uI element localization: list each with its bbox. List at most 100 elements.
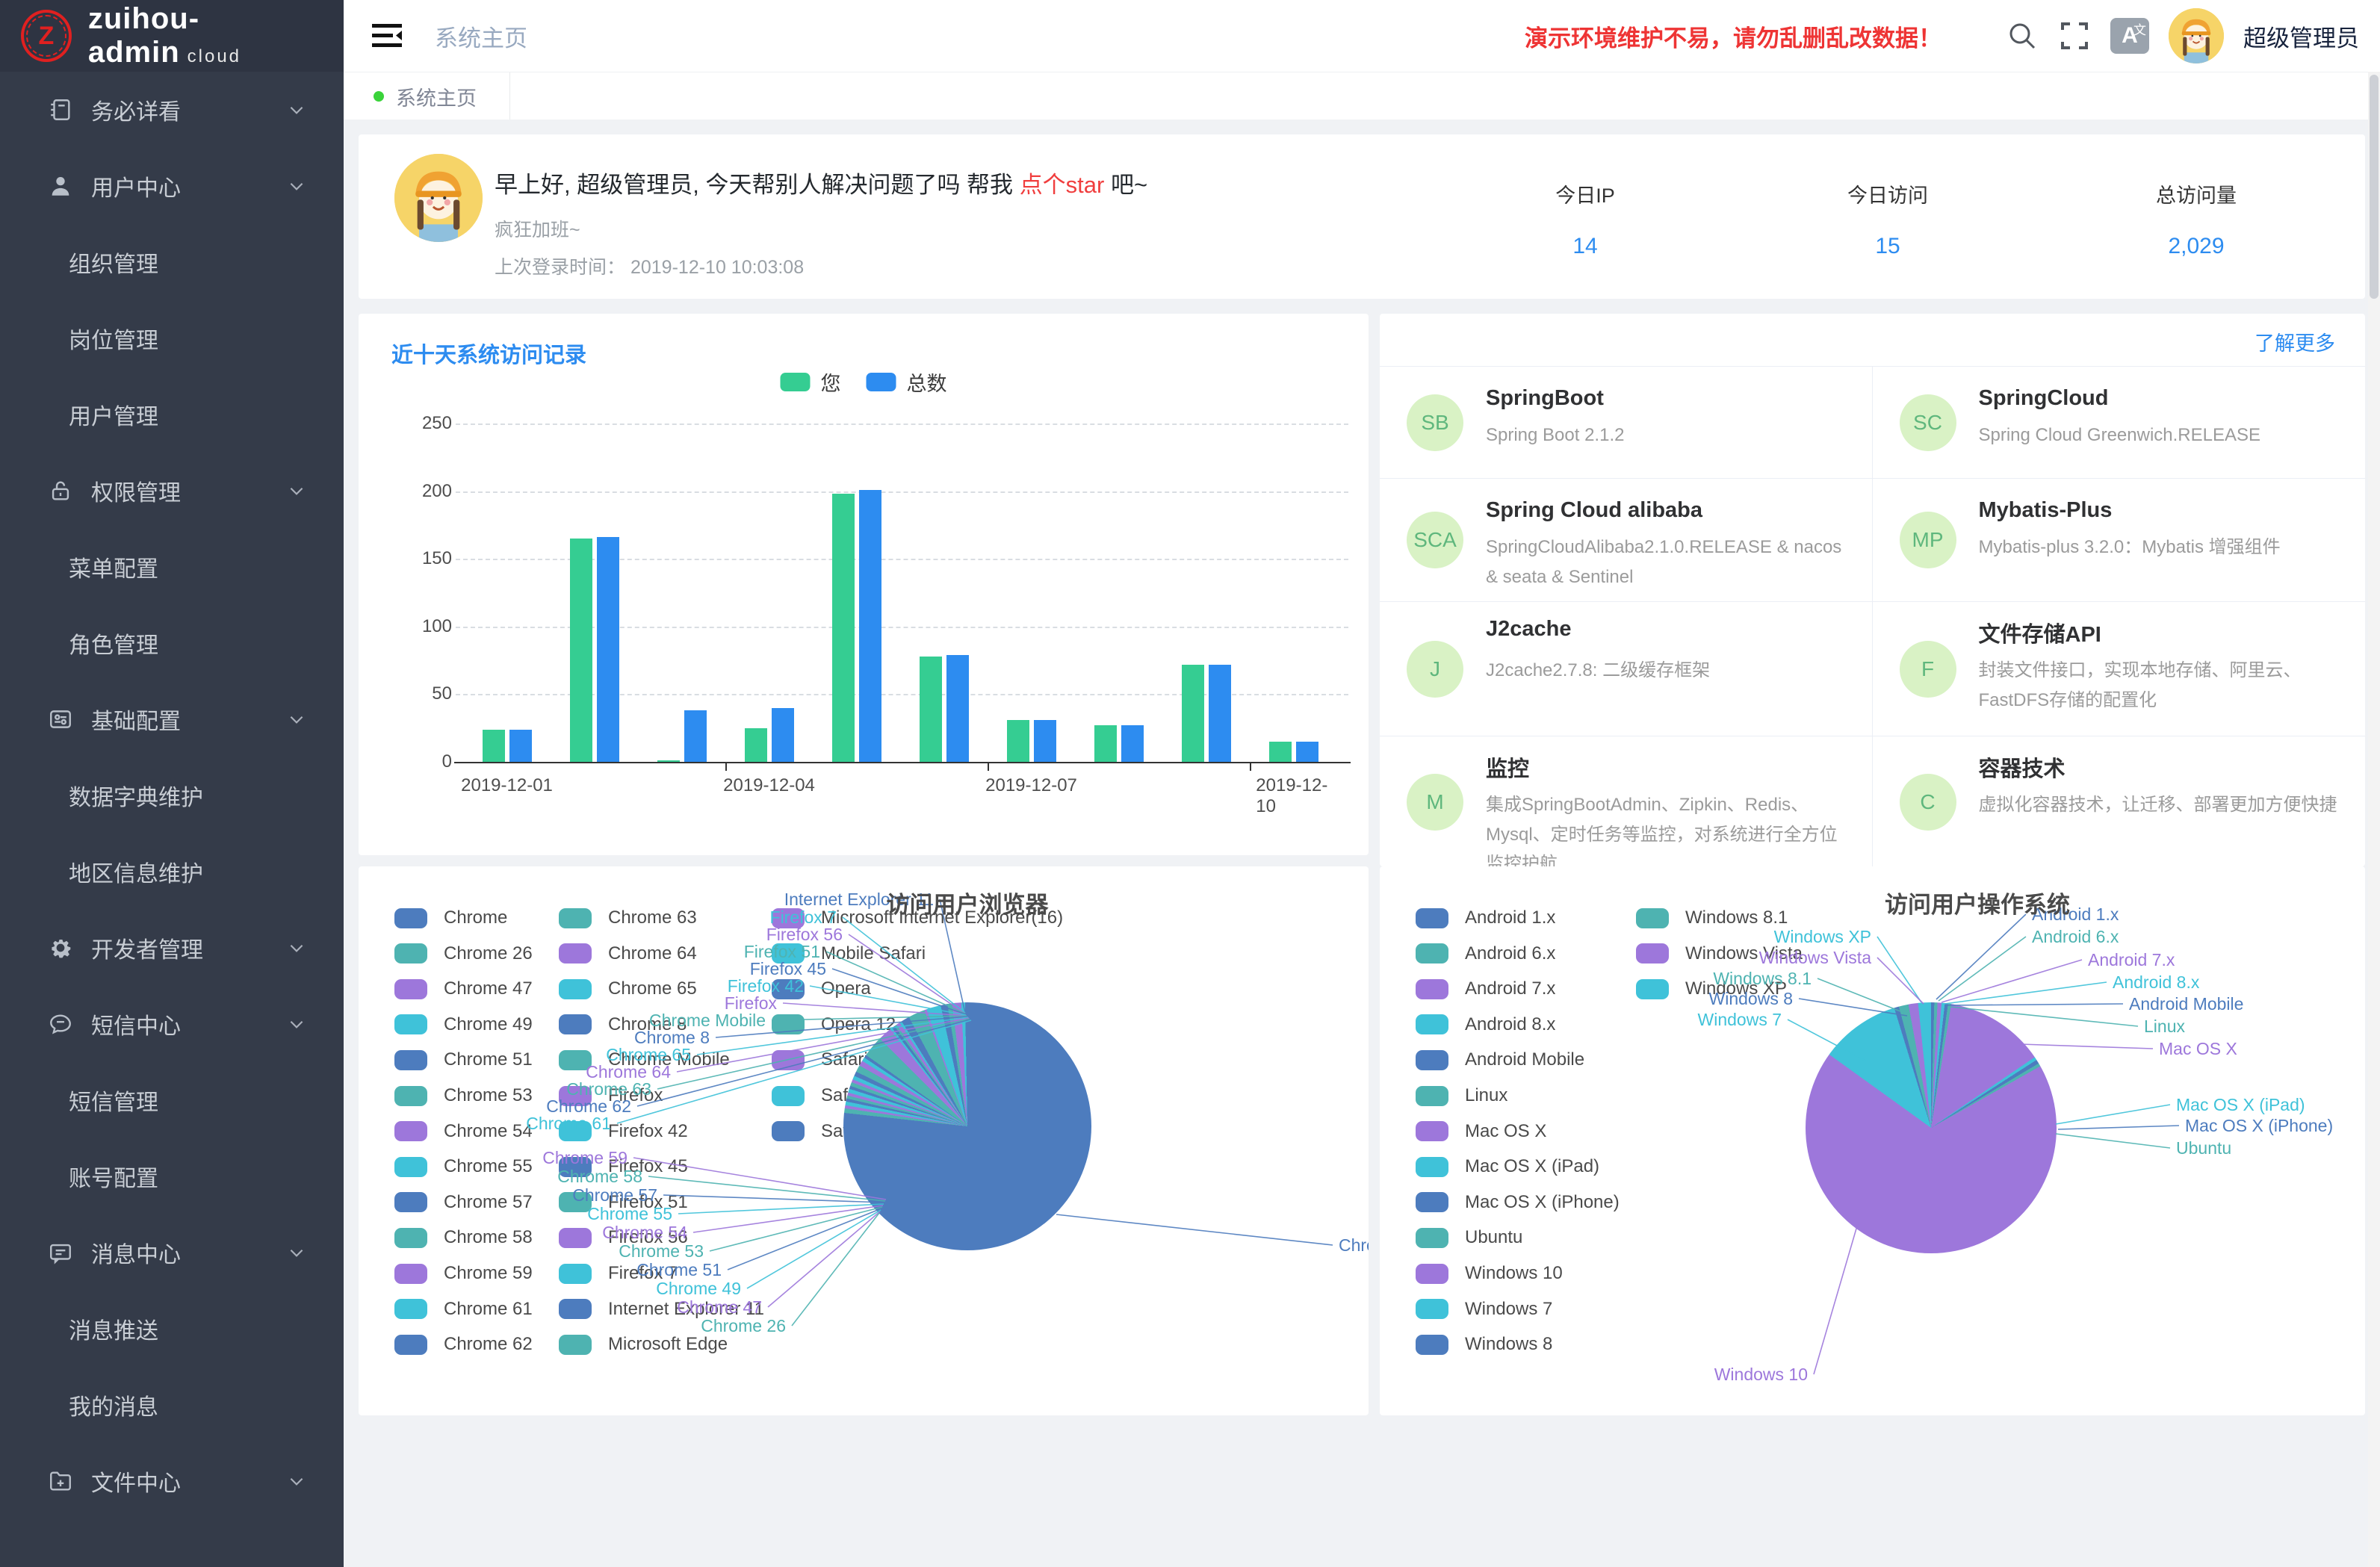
os-legend-Linux[interactable]: Linux (1416, 1085, 1507, 1106)
browser-legend-Chrome 8[interactable]: Chrome 8 (559, 1014, 687, 1035)
sidebar-item-17[interactable]: 我的消息 (0, 1367, 344, 1443)
bar-您-2019-12-04[interactable] (745, 728, 767, 762)
framework-card-SpringCloud[interactable]: SC SpringCloud Spring Cloud Greenwich.RE… (1873, 367, 2366, 479)
browser-legend-Internet Explorer 11[interactable]: Internet Explorer 11 (559, 1299, 764, 1320)
username[interactable]: 超级管理员 (2243, 19, 2359, 53)
browser-legend-Chrome 57[interactable]: Chrome 57 (394, 1192, 533, 1213)
browser-legend-Chrome 26[interactable]: Chrome 26 (394, 943, 533, 964)
logo[interactable]: Z zuihou-admincloud (0, 0, 344, 72)
browser-legend-Chrome 54[interactable]: Chrome 54 (394, 1121, 533, 1142)
browser-legend-Chrome 49[interactable]: Chrome 49 (394, 1014, 533, 1035)
browser-legend-Chrome 58[interactable]: Chrome 58 (394, 1227, 533, 1248)
language-icon[interactable]: A文 (2110, 18, 2149, 54)
bar-总数-2019-12-10[interactable] (1296, 742, 1318, 762)
framework-card-SpringBoot[interactable]: SB SpringBoot Spring Boot 2.1.2 (1380, 367, 1873, 479)
sidebar-item-0[interactable]: 务必详看 (0, 72, 344, 148)
bar-总数-2019-12-06[interactable] (946, 655, 969, 762)
browser-legend-Chrome 63[interactable]: Chrome 63 (559, 907, 697, 928)
os-legend-Windows 8.1[interactable]: Windows 8.1 (1636, 907, 1788, 928)
bar-您-2019-12-03[interactable] (657, 760, 680, 762)
bar-总数-2019-12-04[interactable] (772, 708, 794, 762)
sidebar-item-12[interactable]: 短信中心 (0, 986, 344, 1062)
sidebar-item-9[interactable]: 数据字典维护 (0, 757, 344, 834)
browser-legend-Firefox 42[interactable]: Firefox 42 (559, 1121, 688, 1142)
star-link[interactable]: 点个star (1020, 172, 1105, 198)
browser-legend-Chrome 64[interactable]: Chrome 64 (559, 943, 697, 964)
bar-总数-2019-12-03[interactable] (684, 710, 707, 762)
framework-card-容器技术[interactable]: C 容器技术 虚拟化容器技术，让迁移、部署更加方便快捷 (1873, 736, 2366, 867)
os-legend-Ubuntu[interactable]: Ubuntu (1416, 1227, 1522, 1248)
scrollbar[interactable] (2368, 72, 2380, 1567)
bar-总数-2019-12-09[interactable] (1209, 665, 1231, 762)
os-legend-Windows Vista[interactable]: Windows Vista (1636, 943, 1803, 964)
os-legend-Windows 10[interactable]: Windows 10 (1416, 1263, 1563, 1284)
os-legend-Mac OS X (iPad)[interactable]: Mac OS X (iPad) (1416, 1156, 1599, 1177)
sidebar-item-11[interactable]: 开发者管理 (0, 910, 344, 986)
bar-您-2019-12-05[interactable] (832, 494, 855, 762)
search-icon[interactable] (2006, 19, 2039, 52)
browser-legend-Mobile Safari[interactable]: Mobile Safari (772, 943, 926, 964)
sidebar-item-8[interactable]: 基础配置 (0, 681, 344, 757)
os-legend-Android 6.x[interactable]: Android 6.x (1416, 943, 1555, 964)
bar-您-2019-12-07[interactable] (1007, 720, 1029, 762)
browser-legend-Firefox[interactable]: Firefox (559, 1085, 663, 1106)
browser-legend-Firefox 7[interactable]: Firefox 7 (559, 1263, 678, 1284)
sidebar-item-14[interactable]: 账号配置 (0, 1138, 344, 1214)
browser-legend-Chrome[interactable]: Chrome (394, 907, 507, 928)
collapse-sidebar-icon[interactable] (371, 21, 403, 51)
browser-pie[interactable] (843, 1002, 1091, 1250)
os-pie[interactable] (1806, 1002, 2057, 1253)
browser-legend-Microsoft Edge[interactable]: Microsoft Edge (559, 1334, 728, 1355)
browser-legend-Chrome 47[interactable]: Chrome 47 (394, 978, 533, 999)
browser-legend-Chrome 55[interactable]: Chrome 55 (394, 1156, 533, 1177)
browser-legend-Firefox 56[interactable]: Firefox 56 (559, 1227, 688, 1248)
os-legend-Mac OS X[interactable]: Mac OS X (1416, 1121, 1546, 1142)
browser-legend-Firefox 45[interactable]: Firefox 45 (559, 1156, 688, 1177)
breadcrumb[interactable]: 系统主页 (435, 19, 527, 53)
framework-card-监控[interactable]: M 监控 集成SpringBootAdmin、Zipkin、Redis、Mysq… (1380, 736, 1873, 867)
bar-您-2019-12-08[interactable] (1094, 725, 1117, 762)
os-legend-Android 8.x[interactable]: Android 8.x (1416, 1014, 1555, 1035)
browser-legend-Chrome 61[interactable]: Chrome 61 (394, 1299, 533, 1320)
browser-legend-Safari[interactable]: Safari (772, 1049, 868, 1070)
fullscreen-icon[interactable] (2058, 19, 2091, 52)
bar-总数-2019-12-08[interactable] (1121, 725, 1144, 762)
browser-legend-Chrome 51[interactable]: Chrome 51 (394, 1049, 533, 1070)
bar-您-2019-12-09[interactable] (1182, 665, 1204, 762)
user-avatar[interactable] (2169, 8, 2224, 63)
sidebar-item-7[interactable]: 角色管理 (0, 605, 344, 681)
sidebar-item-3[interactable]: 岗位管理 (0, 300, 344, 376)
bar-您-2019-12-06[interactable] (920, 657, 942, 762)
bar-chart-plot[interactable]: 0501001502002502019-12-012019-12-042019-… (359, 314, 1369, 855)
tab-home[interactable]: 系统主页 (344, 72, 510, 120)
sidebar-item-6[interactable]: 菜单配置 (0, 529, 344, 605)
browser-legend-Chrome 59[interactable]: Chrome 59 (394, 1263, 533, 1284)
browser-legend-Chrome 53[interactable]: Chrome 53 (394, 1085, 533, 1106)
bar-您-2019-12-02[interactable] (570, 539, 592, 762)
bar-总数-2019-12-02[interactable] (597, 537, 619, 762)
os-legend-Android Mobile[interactable]: Android Mobile (1416, 1049, 1584, 1070)
framework-card-文件存储API[interactable]: F 文件存储API 封装文件接口，实现本地存储、阿里云、FastDFS存储的配置… (1873, 602, 2366, 736)
sidebar-item-15[interactable]: 消息中心 (0, 1214, 344, 1291)
bar-总数-2019-12-07[interactable] (1034, 720, 1056, 762)
bar-总数-2019-12-05[interactable] (859, 490, 881, 762)
os-legend-Android 1.x[interactable]: Android 1.x (1416, 907, 1555, 928)
sidebar-item-5[interactable]: 权限管理 (0, 453, 344, 529)
browser-legend-Chrome 65[interactable]: Chrome 65 (559, 978, 697, 999)
bar-您-2019-12-10[interactable] (1269, 742, 1292, 762)
scrollbar-thumb[interactable] (2370, 75, 2379, 299)
bar-总数-2019-12-01[interactable] (509, 730, 532, 762)
os-legend-Windows 7[interactable]: Windows 7 (1416, 1299, 1552, 1320)
os-legend-Mac OS X (iPhone)[interactable]: Mac OS X (iPhone) (1416, 1192, 1620, 1213)
browser-legend-Opera 12[interactable]: Opera 12 (772, 1014, 896, 1035)
sidebar-item-18[interactable]: 文件中心 (0, 1443, 344, 1519)
os-legend-Windows 8[interactable]: Windows 8 (1416, 1334, 1552, 1355)
sidebar-item-2[interactable]: 组织管理 (0, 224, 344, 300)
framework-card-J2cache[interactable]: J J2cache J2cache2.7.8: 二级缓存框架 (1380, 602, 1873, 736)
os-legend-Windows XP[interactable]: Windows XP (1636, 978, 1787, 999)
browser-legend-Opera[interactable]: Opera (772, 978, 871, 999)
browser-legend-Chrome Mobile[interactable]: Chrome Mobile (559, 1049, 730, 1070)
framework-card-Mybatis-Plus[interactable]: MP Mybatis-Plus Mybatis-plus 3.2.0：Mybat… (1873, 479, 2366, 602)
sidebar-item-1[interactable]: 用户中心 (0, 148, 344, 224)
sidebar-item-4[interactable]: 用户管理 (0, 376, 344, 453)
